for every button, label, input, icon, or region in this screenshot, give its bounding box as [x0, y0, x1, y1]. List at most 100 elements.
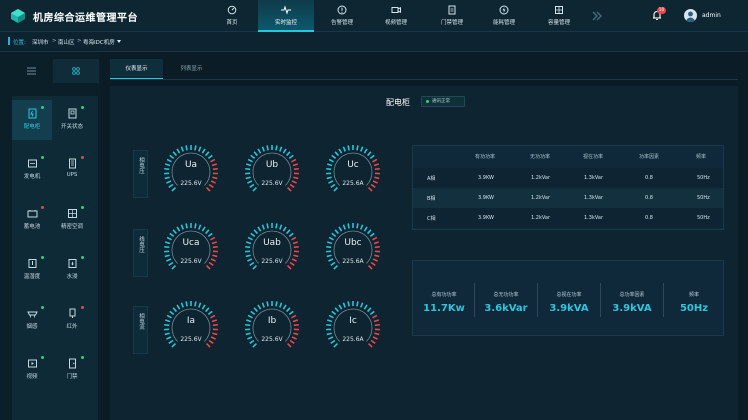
sidebar-item-water-leak[interactable]: 水浸: [52, 250, 92, 290]
gauge-tick: [338, 226, 343, 232]
gauge-tick: [252, 186, 258, 192]
gauge-tick: [342, 302, 346, 308]
sidebar-item-label: 烟感: [26, 324, 38, 330]
caret-down-icon[interactable]: [117, 40, 121, 43]
gauge-tick: [198, 224, 202, 230]
table-row: B相 3.9KW 1.2kVar 1.3kVar 0.8 50Hz: [413, 188, 723, 208]
gauge-tick: [185, 223, 188, 229]
gauge-tick: [293, 176, 299, 180]
sidebar-item-infrared[interactable]: 红外: [52, 300, 92, 340]
sidebar-item-precision-aircon[interactable]: 精密空调: [52, 200, 92, 240]
gauge-tick: [288, 232, 294, 238]
gauge-tick: [257, 304, 262, 310]
status-dot: [81, 106, 84, 109]
gauge-value: 225.6V: [180, 258, 202, 265]
summary-label: 总无功功率: [493, 292, 519, 298]
sidebar-item-temperature-humidity[interactable]: 温湿度: [12, 250, 52, 290]
summary-divider: [474, 283, 475, 317]
sidebar-item-generator[interactable]: 发电机: [12, 150, 52, 190]
table-cell: 50Hz: [697, 195, 710, 201]
summary-value: 11.7Kw: [423, 303, 465, 314]
double-chevron-right-icon[interactable]: [590, 9, 604, 23]
gauge-tick: [245, 176, 251, 180]
row-label-phase-voltage: 相电压: [133, 150, 148, 198]
gauge-tick: [333, 186, 339, 192]
gauge-value: 225.6V: [180, 180, 202, 187]
gauge-tick: [293, 254, 299, 258]
gauge-ic: Ic 225.6A: [323, 298, 383, 358]
gauge-name: Ua: [184, 160, 198, 170]
battery-icon: [27, 210, 38, 218]
capacity-icon: [555, 6, 563, 14]
sidebar-item-smoke[interactable]: 烟感: [12, 300, 52, 340]
gauge-tick: [205, 264, 211, 270]
gauge-tick: [212, 332, 218, 336]
gauge-tick: [326, 176, 332, 180]
gauge-tick: [293, 332, 299, 336]
summary-divider: [600, 283, 601, 317]
gauge-tick: [286, 342, 292, 348]
sidebar-item-battery[interactable]: 蓄电池: [12, 200, 52, 240]
sidebar-item-distribution-cabinet[interactable]: 配电柜: [12, 100, 52, 140]
gauge-tick: [245, 254, 251, 258]
gauge-tick: [172, 151, 178, 157]
gauge-tick: [180, 224, 184, 230]
panel-title: 配电柜: [386, 98, 410, 107]
gauge-ib: Ib 225.6V: [242, 298, 302, 358]
breadcrumb-separator: >: [52, 38, 57, 44]
nav-access-control[interactable]: 门禁管理: [424, 0, 480, 32]
gauge-tick: [282, 304, 287, 310]
gauge-tick: [326, 254, 332, 258]
nav-video[interactable]: 视频管理: [368, 0, 424, 32]
table-cell: 1.2kVar: [531, 175, 550, 181]
gauge-tick: [164, 332, 170, 336]
gauge-tick: [205, 342, 211, 348]
tab-list-view[interactable]: 列表显示: [165, 59, 218, 79]
tab-gauge-view[interactable]: 仪表显示: [110, 59, 163, 79]
sidebar-item-ups[interactable]: UPS: [52, 150, 92, 190]
user-name[interactable]: admin: [702, 12, 721, 19]
avatar[interactable]: [684, 9, 697, 22]
gauge-name: Ia: [186, 316, 196, 326]
nav-alarm[interactable]: 告警管理: [314, 0, 370, 32]
table-header: 频率: [696, 154, 707, 160]
breadcrumb-district[interactable]: 南山区: [58, 38, 75, 46]
summary-label: 总视在功率: [556, 292, 582, 298]
sidebar-item-video[interactable]: 视频: [12, 350, 52, 390]
gauge-tick: [205, 186, 211, 192]
gauge-tick: [285, 151, 291, 157]
nav-home[interactable]: 首页: [204, 0, 260, 32]
gauge-tick: [369, 154, 375, 160]
sidebar-item-switch-status[interactable]: 开关状态: [52, 100, 92, 140]
gauge-tick: [171, 342, 177, 348]
table-cell: 1.2kVar: [531, 215, 550, 221]
nav-energy[interactable]: 能耗管理: [476, 0, 532, 32]
gauge-tick: [164, 176, 170, 180]
gauge-tick: [342, 224, 346, 230]
sidebar-item-access-control[interactable]: 门禁: [52, 350, 92, 390]
list-view-toggle[interactable]: [12, 59, 52, 83]
sidebar-item-label: 红外: [66, 324, 78, 330]
gauge-name: Uca: [182, 238, 200, 248]
sidebar-item-label: 视频: [26, 374, 38, 380]
gauge-tick: [360, 146, 364, 152]
nav-realtime-monitor[interactable]: 实时监控: [258, 0, 314, 32]
breadcrumb-site[interactable]: 粤海IDC机房: [83, 38, 115, 46]
nav-capacity[interactable]: 容量管理: [531, 0, 587, 32]
gauge-tick: [279, 146, 283, 152]
generator-icon: [28, 159, 37, 168]
sidebar-item-label: 温湿度: [23, 274, 41, 280]
gauge-tick: [275, 301, 278, 307]
gauge-tick: [261, 224, 265, 230]
row-label-line-voltage: 线电压: [133, 229, 148, 277]
gauge-tick: [334, 229, 340, 235]
summary-value: 3.9kVA: [612, 303, 652, 314]
gauge-tick: [366, 229, 372, 235]
breadcrumb-city[interactable]: 深圳市: [32, 38, 49, 46]
breadcrumb-label: 位置:: [13, 40, 26, 46]
grid-view-toggle[interactable]: [53, 59, 99, 83]
camera-icon: [28, 359, 37, 368]
video-icon: [391, 7, 401, 13]
gauge-uca: Uca 225.6V: [161, 220, 221, 280]
gauge-dial: [245, 223, 299, 270]
